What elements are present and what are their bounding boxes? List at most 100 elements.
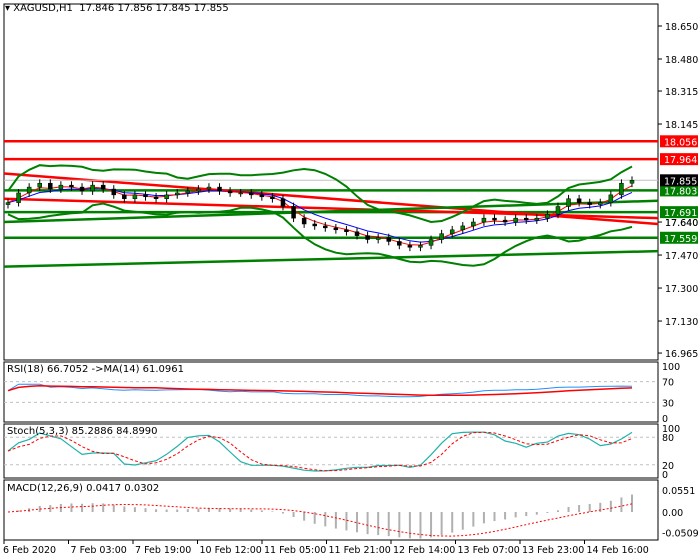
macd-axis-label: -0.0509 <box>662 528 699 539</box>
candle-body <box>153 196 159 199</box>
macd-axis-label: 0.00 <box>662 508 683 519</box>
candle-body <box>26 186 32 194</box>
candle-body <box>5 202 11 205</box>
candle-body <box>185 190 191 194</box>
x-tick-label: 13 Feb 07:00 <box>458 545 520 556</box>
candle-body <box>418 245 423 248</box>
candle-body <box>566 198 571 207</box>
macd-axis-label: 0.0551 <box>662 486 695 497</box>
x-tick-label: 13 Feb 23:00 <box>522 545 584 556</box>
candle-body <box>534 217 540 221</box>
candle-body <box>333 227 339 231</box>
candle-body <box>460 225 466 231</box>
level-price-label: 17.559 <box>664 234 697 245</box>
candle-body <box>132 194 138 199</box>
y-tick-label: 18.650 <box>665 22 698 33</box>
rsi-axis-label: 30 <box>662 398 674 409</box>
x-tick-label: 12 Feb 14:00 <box>393 545 455 556</box>
candle-body <box>428 239 434 246</box>
candle-body <box>629 180 635 184</box>
level-price-label: 18.056 <box>664 137 697 148</box>
candle-body <box>449 229 455 234</box>
candle-body <box>619 182 624 196</box>
candle-body <box>365 235 370 240</box>
candle-body <box>513 217 518 223</box>
candle-body <box>16 192 21 203</box>
symbol-label: XAGUSD,H1 <box>13 3 73 14</box>
current-price-label: 17.855 <box>664 176 697 187</box>
candle-body <box>492 217 497 221</box>
candle-body <box>375 237 381 240</box>
x-tick-label: 7 Feb 03:00 <box>71 545 127 556</box>
candle-body <box>259 194 265 198</box>
candle-body <box>164 194 169 199</box>
candle-body <box>291 206 296 219</box>
y-tick-label: 18.315 <box>665 87 698 98</box>
symbol-header[interactable]: ▾ XAGUSD,H1 17.846 17.856 17.845 17.855 <box>5 3 229 14</box>
candle-body <box>439 233 444 240</box>
level-price-label: 17.803 <box>664 186 697 197</box>
stoch-label: Stoch(5,3,3) 85.2886 84.8990 <box>7 426 158 437</box>
candle-body <box>608 194 614 203</box>
x-tick-label: 7 Feb 19:00 <box>135 545 191 556</box>
macd-label: MACD(12,26,9) 0.0417 0.0302 <box>7 483 160 494</box>
rsi-axis-label: 100 <box>662 362 680 373</box>
rsi-line <box>7 383 633 398</box>
candle-body <box>111 188 117 196</box>
candle-body <box>249 192 254 196</box>
y-tick-label: 18.480 <box>665 55 698 66</box>
candle-body <box>397 241 402 246</box>
trendline-price-label: 17.640 <box>665 218 698 229</box>
candle-body <box>312 223 317 227</box>
candle-body <box>206 186 212 190</box>
candle-body <box>386 237 391 242</box>
x-tick-label: 6 Feb 2020 <box>3 545 56 556</box>
y-tick-label: 16.965 <box>665 349 698 360</box>
stoch-axis-label: 0 <box>662 470 668 481</box>
collapse-triangle-icon[interactable]: ▾ <box>5 3 10 14</box>
candle-body <box>79 186 85 192</box>
level-price-label: 17.964 <box>664 155 697 166</box>
candle-body <box>471 221 476 227</box>
macd-signal-line <box>7 503 633 537</box>
candle-body <box>100 184 106 190</box>
candle-body <box>344 229 349 232</box>
x-tick-label: 14 Feb 16:00 <box>587 545 649 556</box>
candle-body <box>238 192 243 195</box>
x-tick-label: 10 Feb 12:00 <box>200 545 262 556</box>
candle-body <box>407 245 413 248</box>
candle-body <box>174 192 180 196</box>
candle-body <box>323 225 328 229</box>
candle-body <box>217 186 222 192</box>
y-tick-label: 17.470 <box>665 251 698 262</box>
trendline <box>3 249 659 268</box>
candle-body <box>598 202 603 205</box>
candle-body <box>555 206 561 215</box>
candle-body <box>523 217 529 221</box>
candle-body <box>576 198 582 203</box>
y-tick-label: 17.130 <box>665 317 698 328</box>
candle-body <box>196 188 201 192</box>
ohlc-values: 17.846 17.856 17.845 17.855 <box>79 3 229 14</box>
candle-body <box>69 184 74 188</box>
candle-body <box>280 198 286 207</box>
candle-body <box>301 217 307 225</box>
candle-body <box>48 182 53 190</box>
chart-canvas: 18.650 18.480 18.315 18.145 17.640 17.470 17.3… <box>3 3 699 556</box>
x-tick-label: 11 Feb 05:00 <box>264 545 326 556</box>
candle-body <box>58 184 64 190</box>
rsi-axis-label: 70 <box>662 378 674 389</box>
candle-body <box>37 182 42 188</box>
candle-body <box>122 194 127 199</box>
candle-body <box>354 231 360 236</box>
y-tick-label: 18.145 <box>665 120 698 131</box>
y-tick-label: 17.300 <box>665 284 698 295</box>
candle-body <box>502 219 508 223</box>
x-tick-label: 11 Feb 21:00 <box>329 545 391 556</box>
candle-body <box>143 194 148 198</box>
chart-window: 18.650 18.480 18.315 18.145 17.640 17.470 17.3… <box>0 0 700 560</box>
candle-body <box>481 217 487 223</box>
rsi-label: RSI(18) 66.7052 ->MA(14) 61.0961 <box>7 364 184 375</box>
candle-body <box>270 196 275 199</box>
stoch-axis-label: 80 <box>662 433 674 444</box>
